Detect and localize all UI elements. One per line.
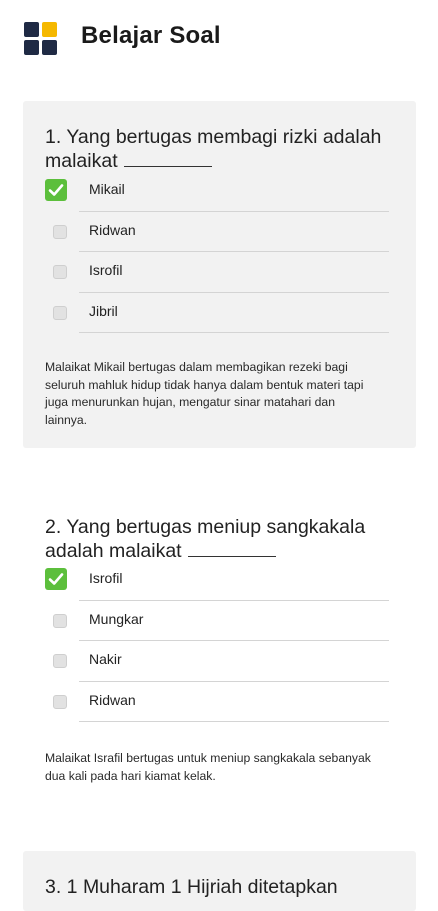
- unchecked-checkbox-icon[interactable]: [53, 654, 67, 668]
- unchecked-checkbox-icon[interactable]: [53, 265, 67, 279]
- option-mungkar[interactable]: Mungkar: [45, 601, 389, 641]
- question-text-1: 1. Yang bertugas membagi rizki adalah ma…: [45, 126, 382, 172]
- app-logo-icon: [24, 22, 57, 55]
- option-label: Isrofil: [89, 570, 123, 586]
- option-label: Ridwan: [89, 221, 136, 238]
- explanation-text-2: Malaikat Israfil bertugas untuk meniup s…: [45, 751, 371, 783]
- question-text-2: 2. Yang bertugas meniup sangkakala adala…: [45, 516, 366, 562]
- question-text-3: 3. 1 Muharam 1 Hijriah ditetapkan: [45, 876, 338, 898]
- option-ridwan[interactable]: Ridwan: [45, 212, 389, 252]
- option-label: Mikail: [89, 181, 125, 197]
- app-bar: Belajar Soal: [0, 0, 438, 78]
- option-divider: [79, 332, 389, 333]
- unchecked-checkbox-icon[interactable]: [53, 224, 67, 239]
- unchecked-checkbox-icon[interactable]: [53, 305, 67, 320]
- question-card-1: 1. Yang bertugas membagi rizki adalah ma…: [23, 101, 416, 448]
- option-ridwan[interactable]: Ridwan: [45, 682, 389, 722]
- option-nakir[interactable]: Nakir: [45, 641, 389, 682]
- option-divider: [79, 721, 389, 722]
- options-list-1: Mikail Ridwan Isrofil Jibril: [45, 171, 389, 333]
- question-card-2: 2. Yang bertugas meniup sangkakala adala…: [23, 496, 416, 806]
- option-label: Mungkar: [89, 610, 144, 627]
- option-label: Jibril: [89, 302, 118, 319]
- answer-blank: [187, 540, 276, 557]
- answer-blank: [123, 150, 212, 167]
- option-label: Isrofil: [89, 262, 123, 278]
- option-mikail[interactable]: Mikail: [45, 171, 389, 212]
- options-list-2: Isrofil Mungkar Nakir Ridwan: [45, 560, 389, 722]
- checked-checkbox-icon[interactable]: [45, 568, 67, 590]
- app-title: Belajar Soal: [81, 22, 221, 49]
- option-jibril[interactable]: Jibril: [45, 293, 389, 333]
- unchecked-checkbox-icon[interactable]: [53, 694, 67, 709]
- explanation-text-1: Malaikat Mikail bertugas dalam membagika…: [45, 360, 364, 427]
- question-card-3: 3. 1 Muharam 1 Hijriah ditetapkan: [23, 851, 416, 911]
- option-isrofil[interactable]: Isrofil: [45, 252, 389, 293]
- checked-checkbox-icon[interactable]: [45, 179, 67, 201]
- option-label: Nakir: [89, 651, 122, 667]
- option-label: Ridwan: [89, 691, 136, 708]
- unchecked-checkbox-icon[interactable]: [53, 613, 67, 628]
- option-isrofil[interactable]: Isrofil: [45, 560, 389, 601]
